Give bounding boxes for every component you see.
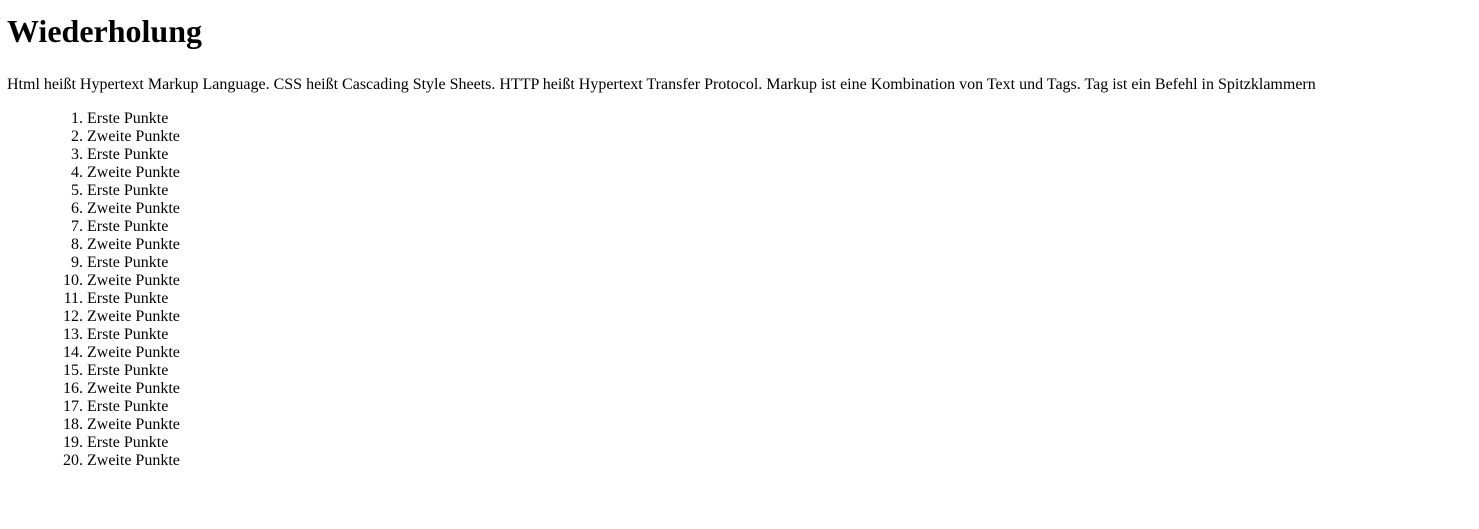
ordered-list: Erste Punkte Zweite Punkte Erste Punkte …: [7, 110, 1479, 470]
list-item: Erste Punkte: [87, 362, 1479, 380]
list-item: Zweite Punkte: [87, 164, 1479, 182]
page-content: Wiederholung Html heißt Hypertext Markup…: [0, 0, 1479, 470]
list-item: Zweite Punkte: [87, 452, 1479, 470]
list-item: Zweite Punkte: [87, 380, 1479, 398]
list-item: Erste Punkte: [87, 398, 1479, 416]
page-title: Wiederholung: [7, 13, 202, 49]
intro-paragraph: Html heißt Hypertext Markup Language. CS…: [7, 76, 1316, 93]
list-item: Erste Punkte: [87, 326, 1479, 344]
list-item: Zweite Punkte: [87, 236, 1479, 254]
list-item: Erste Punkte: [87, 146, 1479, 164]
list-item: Erste Punkte: [87, 290, 1479, 308]
list-item: Zweite Punkte: [87, 416, 1479, 434]
list-item: Erste Punkte: [87, 182, 1479, 200]
list-item: Erste Punkte: [87, 434, 1479, 452]
list-item: Zweite Punkte: [87, 272, 1479, 290]
list-item: Erste Punkte: [87, 254, 1479, 272]
list-item: Erste Punkte: [87, 218, 1479, 236]
list-item: Zweite Punkte: [87, 128, 1479, 146]
list-item: Zweite Punkte: [87, 344, 1479, 362]
list-item: Zweite Punkte: [87, 308, 1479, 326]
list-item: Zweite Punkte: [87, 200, 1479, 218]
list-item: Erste Punkte: [87, 110, 1479, 128]
